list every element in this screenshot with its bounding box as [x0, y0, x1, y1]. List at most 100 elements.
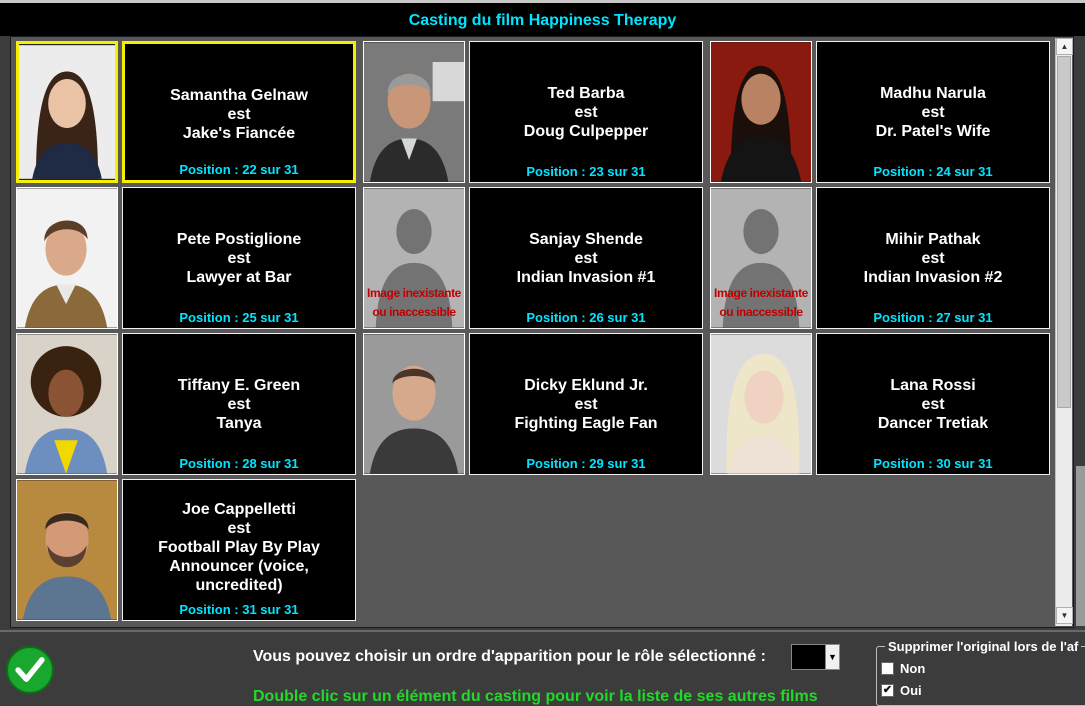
- cast-text: Mihir Pathak est Indian Invasion #2: [817, 230, 1049, 287]
- scroll-up-button[interactable]: ▲: [1056, 38, 1073, 55]
- cast-text: Sanjay Shende est Indian Invasion #1: [470, 230, 702, 287]
- role-name: Tanya: [216, 415, 262, 432]
- missing-image-label: Image inexistante ou inaccessible: [364, 284, 464, 322]
- cast-card[interactable]: Joe Cappelletti est Football Play By Play A…: [122, 479, 356, 621]
- window-title: Casting du film Happiness Therapy: [408, 12, 677, 29]
- option-oui-label: Oui: [900, 683, 922, 698]
- checkmark-icon: [15, 657, 45, 682]
- cast-photo[interactable]: [710, 41, 812, 183]
- cast-card[interactable]: Pete Postiglione est Lawyer at Bar Position…: [122, 187, 356, 329]
- actor-name: Sanjay Shende: [529, 231, 643, 248]
- role-name: uncredited): [195, 577, 283, 594]
- cast-photo[interactable]: [16, 333, 118, 475]
- option-non[interactable]: Non: [881, 661, 925, 676]
- verb-label: est: [921, 104, 945, 121]
- cast-photo[interactable]: [710, 333, 812, 475]
- actor-name: Dicky Eklund Jr.: [524, 377, 648, 394]
- role-name: Football Play By Play: [158, 539, 320, 556]
- role-name: Lawyer at Bar: [186, 269, 292, 286]
- cast-text: Joe Cappelletti est Football Play By Play A…: [123, 500, 355, 595]
- cast-card[interactable]: Dicky Eklund Jr. est Fighting Eagle Fan Pos…: [469, 333, 703, 475]
- actor-name: Madhu Narula: [880, 85, 986, 102]
- cast-card[interactable]: Ted Barba est Doug Culpepper Position : 23 …: [469, 41, 703, 183]
- missing-image-line: Image inexistante: [367, 286, 461, 300]
- missing-image-label: Image inexistante ou inaccessible: [711, 284, 811, 322]
- actor-name: Pete Postiglione: [176, 231, 302, 248]
- position-label: Position : 25 sur 31: [179, 310, 299, 325]
- cast-grid[interactable]: Samantha Gelnaw est Jake's Fiancée Position…: [10, 36, 1074, 628]
- actor-name: Lana Rossi: [890, 377, 976, 394]
- role-name: Announcer (voice,: [169, 558, 309, 575]
- cast-photo[interactable]: Image inexistante ou inaccessible: [363, 187, 465, 329]
- cast-photo[interactable]: [16, 479, 118, 621]
- cast-text: Samantha Gelnaw est Jake's Fiancée: [125, 86, 353, 143]
- cast-text: Ted Barba est Doug Culpepper: [470, 84, 702, 141]
- role-name: Indian Invasion #1: [516, 269, 656, 286]
- option-non-label: Non: [900, 661, 926, 676]
- cast-card[interactable]: Samantha Gelnaw est Jake's Fiancée Position…: [122, 41, 356, 183]
- checkbox-oui[interactable]: ✔: [881, 684, 894, 697]
- cast-photo[interactable]: [16, 41, 118, 183]
- cast-text: Tiffany E. Green est Tanya: [123, 376, 355, 433]
- position-label: Position : 23 sur 31: [526, 164, 646, 179]
- delete-original-group: Supprimer l'original lors de l'af Non ✔ …: [876, 639, 1085, 706]
- role-name: Jake's Fiancée: [182, 125, 296, 142]
- missing-image-line: ou inaccessible: [372, 305, 456, 319]
- scroll-thumb[interactable]: [1057, 56, 1071, 408]
- hint-text: Double clic sur un élément du casting po…: [253, 688, 818, 705]
- verb-label: est: [227, 520, 251, 537]
- side-panel-edge: [1076, 466, 1085, 626]
- chevron-down-icon[interactable]: ▼: [825, 645, 839, 669]
- cast-card[interactable]: Tiffany E. Green est Tanya Position : 28 su…: [122, 333, 356, 475]
- cast-photo[interactable]: [16, 187, 118, 329]
- option-oui[interactable]: ✔ Oui: [881, 683, 922, 698]
- cast-text: Madhu Narula est Dr. Patel's Wife: [817, 84, 1049, 141]
- verb-label: est: [574, 250, 598, 267]
- role-name: Dr. Patel's Wife: [875, 123, 991, 140]
- cast-text: Dicky Eklund Jr. est Fighting Eagle Fan: [470, 376, 702, 433]
- cast-text: Lana Rossi est Dancer Tretiak: [817, 376, 1049, 433]
- group-label: Supprimer l'original lors de l'af: [885, 639, 1082, 654]
- position-label: Position : 28 sur 31: [179, 456, 299, 471]
- verb-label: est: [227, 106, 251, 123]
- cast-card[interactable]: Lana Rossi est Dancer Tretiak Position : 30…: [816, 333, 1050, 475]
- cast-photo[interactable]: [363, 41, 465, 183]
- validate-button[interactable]: [6, 646, 54, 694]
- position-label: Position : 30 sur 31: [873, 456, 993, 471]
- position-label: Position : 31 sur 31: [179, 602, 299, 617]
- scroll-down-button[interactable]: ▼: [1056, 607, 1073, 624]
- footer-panel: Vous pouvez choisir un ordre d'apparitio…: [0, 630, 1085, 706]
- cast-card[interactable]: Sanjay Shende est Indian Invasion #1 Positi…: [469, 187, 703, 329]
- position-label: Position : 26 sur 31: [526, 310, 646, 325]
- cast-card[interactable]: Mihir Pathak est Indian Invasion #2 Positio…: [816, 187, 1050, 329]
- title-bar: Casting du film Happiness Therapy: [0, 0, 1085, 36]
- actor-name: Tiffany E. Green: [177, 377, 301, 394]
- verb-label: est: [227, 396, 251, 413]
- verb-label: est: [227, 250, 251, 267]
- missing-image-line: ou inaccessible: [719, 305, 803, 319]
- position-label: Position : 22 sur 31: [179, 162, 299, 177]
- cast-photo[interactable]: Image inexistante ou inaccessible: [710, 187, 812, 329]
- verb-label: est: [921, 250, 945, 267]
- verb-label: est: [574, 104, 598, 121]
- role-name: Dancer Tretiak: [877, 415, 989, 432]
- role-name: Doug Culpepper: [523, 123, 649, 140]
- actor-name: Joe Cappelletti: [182, 501, 296, 518]
- role-name: Fighting Eagle Fan: [514, 415, 658, 432]
- position-label: Position : 29 sur 31: [526, 456, 646, 471]
- verb-label: est: [921, 396, 945, 413]
- missing-image-line: Image inexistante: [714, 286, 808, 300]
- checkbox-non[interactable]: [881, 662, 894, 675]
- verb-label: est: [574, 396, 598, 413]
- cast-card[interactable]: Madhu Narula est Dr. Patel's Wife Position …: [816, 41, 1050, 183]
- actor-name: Mihir Pathak: [885, 231, 981, 248]
- role-name: Indian Invasion #2: [863, 269, 1003, 286]
- cast-text: Pete Postiglione est Lawyer at Bar: [123, 230, 355, 287]
- cast-photo[interactable]: [363, 333, 465, 475]
- vertical-scrollbar[interactable]: ▲ ▼: [1055, 38, 1073, 626]
- position-label: Position : 27 sur 31: [873, 310, 993, 325]
- position-label: Position : 24 sur 31: [873, 164, 993, 179]
- actor-name: Ted Barba: [547, 85, 625, 102]
- order-select[interactable]: ▼: [791, 644, 840, 670]
- actor-name: Samantha Gelnaw: [170, 87, 308, 104]
